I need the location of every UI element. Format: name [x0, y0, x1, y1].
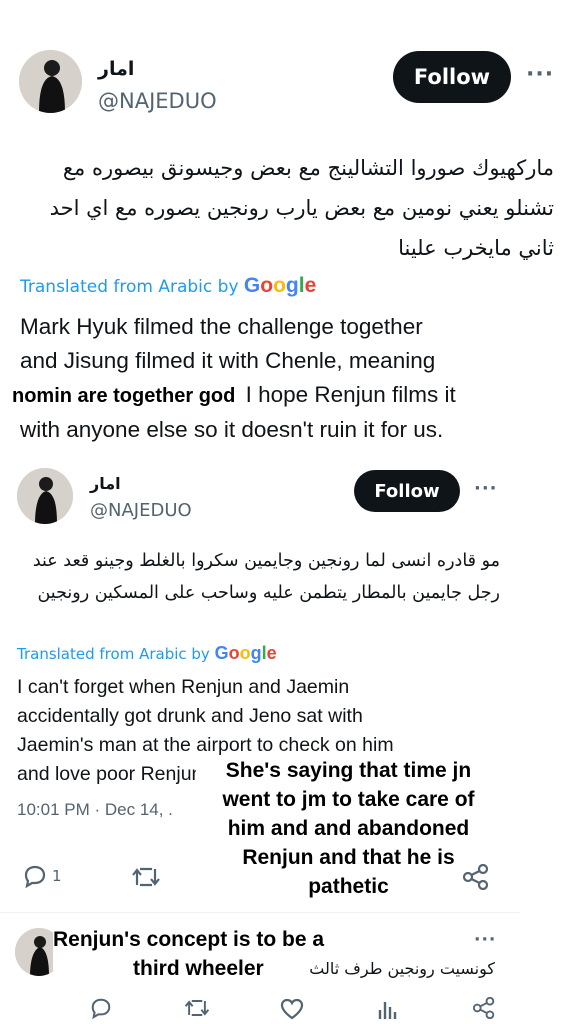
reply-button[interactable]: 1 [22, 864, 62, 888]
tweet-arabic-text: مو قادره انسى لما رونجين وجايمين سكروا ب… [32, 551, 500, 603]
translation-line: Mark Hyuk filmed the challenge together [20, 314, 423, 339]
follow-button[interactable]: Follow [354, 470, 460, 512]
retweet-button[interactable] [183, 997, 211, 1023]
translation-line: with anyone else so it doesn't ruin it f… [20, 417, 444, 442]
user-handle[interactable]: @NAJEDUO [90, 500, 192, 521]
overlay-caption: nomin are together god [8, 385, 240, 407]
display-name[interactable]: امار [90, 474, 121, 493]
reply-icon [91, 998, 111, 1020]
views-button[interactable] [377, 998, 399, 1024]
tweet-translation: Mark Hyuk filmed the challenge together … [8, 310, 560, 447]
reply-button[interactable] [89, 997, 113, 1023]
translated-label: Translated from Arabic by [20, 277, 239, 297]
views-icon [378, 1002, 397, 1019]
translation-line: and Jisung filmed it with Chenle, meanin… [20, 348, 436, 373]
retweet-icon [132, 867, 160, 887]
follow-button[interactable]: Follow [393, 51, 511, 103]
tweet-arabic-text: كونسيت رونجين طرف ثالث [309, 959, 495, 978]
avatar[interactable] [17, 468, 73, 524]
avatar[interactable] [19, 50, 82, 113]
like-icon [280, 998, 304, 1020]
translation-line: nomin are together god I hope Renjun fil… [8, 378, 560, 413]
google-logo: Google [214, 643, 277, 663]
translated-from: Translated from Arabic by Google [17, 643, 277, 664]
retweet-button[interactable] [130, 865, 162, 893]
display-name[interactable]: امار [98, 58, 134, 80]
reply-count: 1 [52, 867, 62, 885]
translated-label: Translated from Arabic by [17, 645, 210, 663]
google-logo: Google [243, 274, 317, 297]
like-button[interactable] [280, 998, 304, 1024]
reply-icon [24, 865, 46, 888]
more-options-icon[interactable]: ··· [474, 930, 496, 950]
translated-from: Translated from Arabic by Google [20, 274, 316, 298]
share-icon [462, 863, 489, 891]
divider [0, 912, 520, 913]
retweet-icon [184, 1000, 210, 1016]
tweet-timestamp[interactable]: 10:01 PM · Dec 14, . [17, 800, 173, 820]
share-button[interactable] [462, 863, 490, 894]
share-button[interactable] [472, 996, 496, 1023]
tweet-arabic-text: ماركهيوك صوروا التشالينج مع بعض وجيسونق … [49, 156, 554, 260]
share-icon [472, 996, 495, 1020]
more-options-icon[interactable]: ··· [526, 62, 554, 87]
more-options-icon[interactable]: ··· [474, 478, 498, 499]
user-handle[interactable]: @NAJEDUO [98, 89, 217, 113]
overlay-caption: She's saying that time jn went to jm to … [196, 756, 501, 901]
